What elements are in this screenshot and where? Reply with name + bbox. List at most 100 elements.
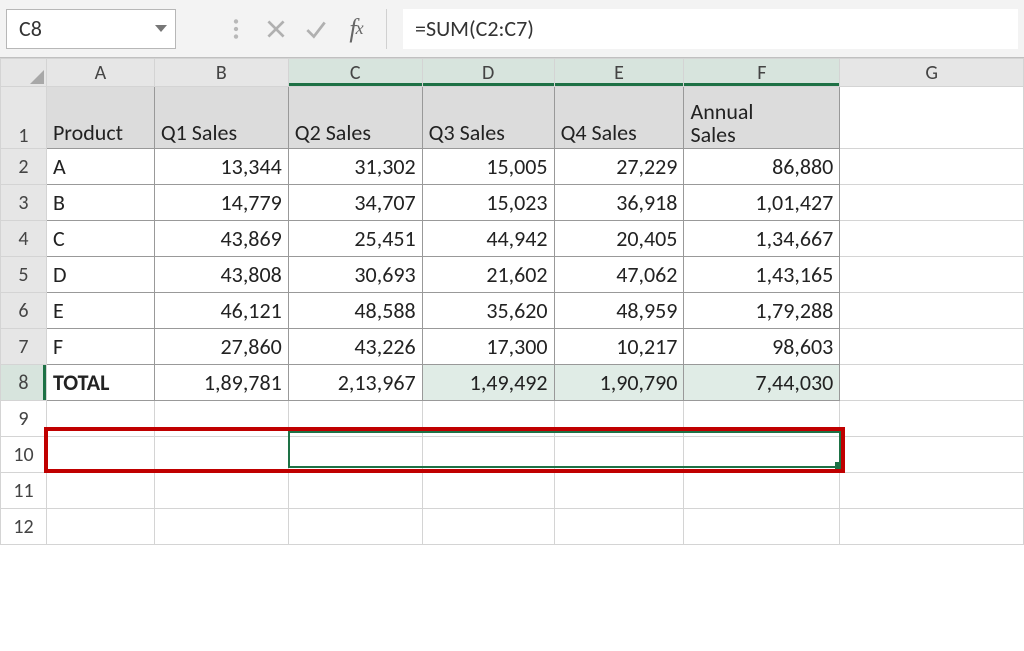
col-header-B[interactable]: B xyxy=(154,59,288,87)
cell-F9[interactable] xyxy=(684,401,840,437)
cell-E1[interactable]: Q4 Sales xyxy=(554,87,684,149)
cell-E3[interactable]: 36,918 xyxy=(554,185,684,221)
cell-E11[interactable] xyxy=(554,473,684,509)
col-header-G[interactable]: G xyxy=(840,59,1024,87)
cell-A12[interactable] xyxy=(46,509,154,545)
cell-A8[interactable]: TOTAL xyxy=(46,365,154,401)
cell-E8[interactable]: 1,90,790 xyxy=(554,365,684,401)
cell-B4[interactable]: 43,869 xyxy=(154,221,288,257)
col-header-F[interactable]: F xyxy=(684,59,840,87)
cell-C10[interactable] xyxy=(288,437,422,473)
cell-C7[interactable]: 43,226 xyxy=(288,329,422,365)
cell-B12[interactable] xyxy=(154,509,288,545)
name-box-dropdown-icon[interactable] xyxy=(155,25,167,32)
cell-B3[interactable]: 14,779 xyxy=(154,185,288,221)
cell-D12[interactable] xyxy=(422,509,554,545)
col-header-D[interactable]: D xyxy=(422,59,554,87)
cell-E5[interactable]: 47,062 xyxy=(554,257,684,293)
row-header-5[interactable]: 5 xyxy=(1,257,47,293)
row-header-3[interactable]: 3 xyxy=(1,185,47,221)
cell-D3[interactable]: 15,023 xyxy=(422,185,554,221)
cell-G10[interactable] xyxy=(840,437,1024,473)
cell-D8[interactable]: 1,49,492 xyxy=(422,365,554,401)
cell-D1[interactable]: Q3 Sales xyxy=(422,87,554,149)
cell-F4[interactable]: 1,34,667 xyxy=(684,221,840,257)
cell-C2[interactable]: 31,302 xyxy=(288,149,422,185)
cell-F12[interactable] xyxy=(684,509,840,545)
cell-D11[interactable] xyxy=(422,473,554,509)
cell-B7[interactable]: 27,860 xyxy=(154,329,288,365)
cell-E10[interactable] xyxy=(554,437,684,473)
cell-E9[interactable] xyxy=(554,401,684,437)
spreadsheet-grid[interactable]: A B C D E F G 1 Product Q1 Sales Q2 Sale… xyxy=(0,58,1024,651)
cell-D7[interactable]: 17,300 xyxy=(422,329,554,365)
cell-C4[interactable]: 25,451 xyxy=(288,221,422,257)
cell-F5[interactable]: 1,43,165 xyxy=(684,257,840,293)
cell-A4[interactable]: C xyxy=(46,221,154,257)
cell-A3[interactable]: B xyxy=(46,185,154,221)
cell-F2[interactable]: 86,880 xyxy=(684,149,840,185)
cell-D6[interactable]: 35,620 xyxy=(422,293,554,329)
formula-input[interactable]: =SUM(C2:C7) xyxy=(403,9,1018,49)
cell-D2[interactable]: 15,005 xyxy=(422,149,554,185)
cell-B6[interactable]: 46,121 xyxy=(154,293,288,329)
cell-F1[interactable]: Annual Sales xyxy=(684,87,840,149)
row-header-6[interactable]: 6 xyxy=(1,293,47,329)
cell-F10[interactable] xyxy=(684,437,840,473)
col-header-C[interactable]: C xyxy=(288,59,422,87)
cell-A6[interactable]: E xyxy=(46,293,154,329)
cell-A9[interactable] xyxy=(46,401,154,437)
cell-A7[interactable]: F xyxy=(46,329,154,365)
cell-C5[interactable]: 30,693 xyxy=(288,257,422,293)
cell-E2[interactable]: 27,229 xyxy=(554,149,684,185)
enter-icon[interactable] xyxy=(296,9,336,49)
cell-C8[interactable]: 2,13,967 xyxy=(288,365,422,401)
row-header-1[interactable]: 1 xyxy=(1,87,47,149)
cell-C11[interactable] xyxy=(288,473,422,509)
name-box[interactable]: C8 xyxy=(6,9,176,49)
cell-E6[interactable]: 48,959 xyxy=(554,293,684,329)
cell-A5[interactable]: D xyxy=(46,257,154,293)
row-header-11[interactable]: 11 xyxy=(1,473,47,509)
row-header-7[interactable]: 7 xyxy=(1,329,47,365)
cell-C12[interactable] xyxy=(288,509,422,545)
row-header-10[interactable]: 10 xyxy=(1,437,47,473)
row-header-8[interactable]: 8 xyxy=(1,365,47,401)
fx-icon[interactable]: fx xyxy=(336,9,376,49)
cell-B1[interactable]: Q1 Sales xyxy=(154,87,288,149)
row-header-12[interactable]: 12 xyxy=(1,509,47,545)
cell-F11[interactable] xyxy=(684,473,840,509)
cell-D4[interactable]: 44,942 xyxy=(422,221,554,257)
cell-G3[interactable] xyxy=(840,185,1024,221)
cell-G11[interactable] xyxy=(840,473,1024,509)
cell-B11[interactable] xyxy=(154,473,288,509)
cell-B2[interactable]: 13,344 xyxy=(154,149,288,185)
cancel-icon[interactable] xyxy=(256,9,296,49)
cell-G12[interactable] xyxy=(840,509,1024,545)
cell-E7[interactable]: 10,217 xyxy=(554,329,684,365)
cell-G5[interactable] xyxy=(840,257,1024,293)
cell-G8[interactable] xyxy=(840,365,1024,401)
cell-A10[interactable] xyxy=(46,437,154,473)
cell-F8[interactable]: 7,44,030 xyxy=(684,365,840,401)
cell-A1[interactable]: Product xyxy=(46,87,154,149)
cell-C3[interactable]: 34,707 xyxy=(288,185,422,221)
cell-C9[interactable] xyxy=(288,401,422,437)
cell-E12[interactable] xyxy=(554,509,684,545)
cell-F6[interactable]: 1,79,288 xyxy=(684,293,840,329)
cell-G7[interactable] xyxy=(840,329,1024,365)
row-header-4[interactable]: 4 xyxy=(1,221,47,257)
cell-B5[interactable]: 43,808 xyxy=(154,257,288,293)
cell-F7[interactable]: 98,603 xyxy=(684,329,840,365)
cell-C1[interactable]: Q2 Sales xyxy=(288,87,422,149)
row-header-9[interactable]: 9 xyxy=(1,401,47,437)
cell-G9[interactable] xyxy=(840,401,1024,437)
cell-B9[interactable] xyxy=(154,401,288,437)
cell-A2[interactable]: A xyxy=(46,149,154,185)
cell-E4[interactable]: 20,405 xyxy=(554,221,684,257)
cell-D10[interactable] xyxy=(422,437,554,473)
cell-A11[interactable] xyxy=(46,473,154,509)
row-header-2[interactable]: 2 xyxy=(1,149,47,185)
cell-G2[interactable] xyxy=(840,149,1024,185)
cell-F3[interactable]: 1,01,427 xyxy=(684,185,840,221)
